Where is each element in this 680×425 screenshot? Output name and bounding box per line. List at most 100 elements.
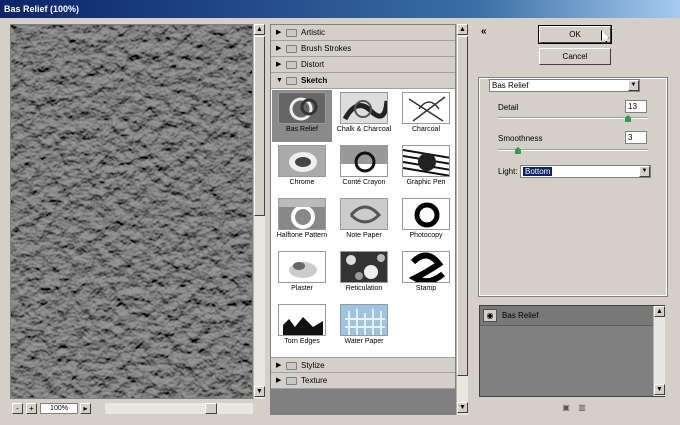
category-texture[interactable]: ▶ Texture — [271, 373, 455, 389]
folder-icon — [286, 377, 297, 385]
title-bar: Bas Relief (100%) — [0, 0, 680, 18]
zoom-field[interactable]: 100% — [40, 403, 78, 414]
layers-scroll-up[interactable]: ▲ — [654, 306, 665, 317]
category-stylize[interactable]: ▶ Stylize — [271, 357, 455, 373]
filter-thumb[interactable]: Halftone Pattern — [272, 196, 332, 248]
scroll-up-button[interactable]: ▲ — [254, 24, 265, 35]
smoothness-field[interactable]: 3 — [625, 131, 647, 144]
filter-thumb-image — [340, 145, 388, 177]
zoom-out-button[interactable]: - — [12, 403, 23, 414]
filter-thumb-label: Torn Edges — [284, 338, 320, 345]
eye-icon[interactable]: ◉ — [483, 309, 497, 322]
gallery-scroll-down[interactable]: ▼ — [457, 402, 468, 413]
filter-thumb-image — [278, 198, 326, 230]
filter-thumb-label: Charcoal — [411, 126, 440, 133]
filter-thumb-label: Note Paper — [346, 232, 382, 239]
folder-icon — [286, 61, 297, 69]
cancel-button[interactable]: Cancel — [539, 48, 611, 65]
chevron-down-icon: ▼ — [276, 77, 283, 84]
filter-thumb-image — [402, 92, 450, 124]
gallery-empty-area — [271, 389, 455, 414]
preview-vscroll[interactable]: ▲ ▼ — [253, 24, 265, 399]
light-select-value: Bottom — [523, 167, 553, 176]
filter-thumb-label: Reticulation — [345, 285, 383, 292]
filter-thumb[interactable]: Note Paper — [334, 196, 394, 248]
filter-thumb-label: Plaster — [291, 285, 313, 292]
chevron-right-icon: ▶ — [276, 377, 282, 384]
filter-thumb-label: Bas Relief — [286, 126, 318, 133]
folder-icon — [286, 29, 297, 37]
filter-thumb-image — [402, 251, 450, 283]
filter-thumb[interactable]: Chalk & Charcoal — [334, 90, 394, 142]
filter-thumb[interactable]: Plaster — [272, 249, 332, 301]
chevron-right-icon: ▶ — [276, 29, 282, 36]
filter-thumb[interactable]: Reticulation — [334, 249, 394, 301]
effect-layer-row[interactable]: ◉ Bas Relief — [480, 306, 653, 326]
filter-thumb-image — [278, 251, 326, 283]
filter-thumb[interactable]: Stamp — [396, 249, 455, 301]
filter-select[interactable]: Bas Relief ▼ — [489, 79, 640, 92]
layers-scroll-down[interactable]: ▼ — [654, 384, 665, 395]
filter-thumb-label: Halftone Pattern — [276, 232, 328, 239]
scroll-down-button[interactable]: ▼ — [254, 386, 265, 397]
gallery-scrollbar[interactable]: ▲ ▼ — [456, 24, 468, 415]
filter-thumb-image — [402, 145, 450, 177]
chevron-right-icon: ▶ — [276, 61, 282, 68]
filter-thumb[interactable]: Bas Relief — [272, 90, 332, 142]
preview-hscroll[interactable] — [105, 403, 253, 414]
zoom-menu-button[interactable]: ▸ — [80, 403, 91, 414]
trash-icon[interactable]: ▥ — [577, 403, 587, 413]
filter-thumb-label: Water Paper — [344, 338, 384, 345]
filter-thumb-image — [340, 198, 388, 230]
filter-thumb-label: Stamp — [415, 285, 437, 292]
folder-icon — [286, 77, 297, 85]
filter-thumb[interactable]: Charcoal — [396, 90, 455, 142]
effect-layers-panel: ◉ Bas Relief ▲ ▼ — [479, 305, 665, 397]
zoom-in-button[interactable]: + — [26, 403, 37, 414]
filter-thumb-label: Photocopy — [409, 232, 443, 239]
chevron-right-icon: ▶ — [276, 362, 282, 369]
collapse-button[interactable]: « — [481, 26, 487, 37]
category-brush-strokes[interactable]: ▶ Brush Strokes — [271, 41, 455, 57]
filter-thumb-label: Chalk & Charcoal — [336, 126, 392, 133]
filter-thumb[interactable]: Photocopy — [396, 196, 455, 248]
chevron-right-icon: ▶ — [276, 45, 282, 52]
category-sketch[interactable]: ▼ Sketch — [271, 73, 455, 89]
category-artistic[interactable]: ▶ Artistic — [271, 25, 455, 41]
chevron-down-icon: ▼ — [639, 166, 650, 177]
preview-pane[interactable] — [10, 24, 253, 399]
filter-thumb-image — [278, 145, 326, 177]
gallery-scroll-thumb[interactable] — [457, 36, 468, 376]
filter-thumb-label: Graphic Pen — [406, 179, 446, 186]
gallery-scroll-up[interactable]: ▲ — [457, 24, 468, 35]
light-select[interactable]: Bottom ▼ — [520, 165, 651, 178]
filter-thumb[interactable]: Torn Edges — [272, 302, 332, 354]
filter-thumb[interactable]: Chrome — [272, 143, 332, 195]
effect-layer-label: Bas Relief — [502, 311, 539, 320]
settings-panel: Bas Relief ▼ Detail 13 Smoothness 3 Ligh… — [478, 77, 668, 297]
category-distort[interactable]: ▶ Distort — [271, 57, 455, 73]
filter-thumb-image — [402, 198, 450, 230]
preview-texture — [11, 25, 252, 398]
window-title: Bas Relief (100%) — [4, 4, 80, 14]
filter-thumb-image — [278, 304, 326, 336]
filter-thumb[interactable]: Conté Crayon — [334, 143, 394, 195]
filter-thumb-label: Conté Crayon — [342, 179, 386, 186]
filter-thumb-label: Chrome — [289, 179, 315, 186]
ok-button[interactable]: OK — [538, 25, 612, 44]
filter-thumb[interactable]: Graphic Pen — [396, 143, 455, 195]
layers-scrollbar[interactable]: ▲ ▼ — [653, 306, 665, 396]
new-effect-layer-icon[interactable]: ▣ — [561, 403, 571, 413]
light-label: Light: — [498, 167, 518, 176]
detail-label: Detail — [498, 103, 519, 112]
scroll-thumb[interactable] — [254, 36, 265, 216]
filter-thumb[interactable]: Water Paper — [334, 302, 394, 354]
zoom-bar: - + 100% ▸ — [10, 401, 253, 415]
filter-thumb-image — [340, 92, 388, 124]
chevron-down-icon: ▼ — [628, 80, 639, 91]
hscroll-thumb[interactable] — [205, 403, 217, 414]
filter-thumb-image — [340, 251, 388, 283]
folder-icon — [286, 362, 297, 370]
detail-field[interactable]: 13 — [625, 100, 647, 113]
folder-icon — [286, 45, 297, 53]
